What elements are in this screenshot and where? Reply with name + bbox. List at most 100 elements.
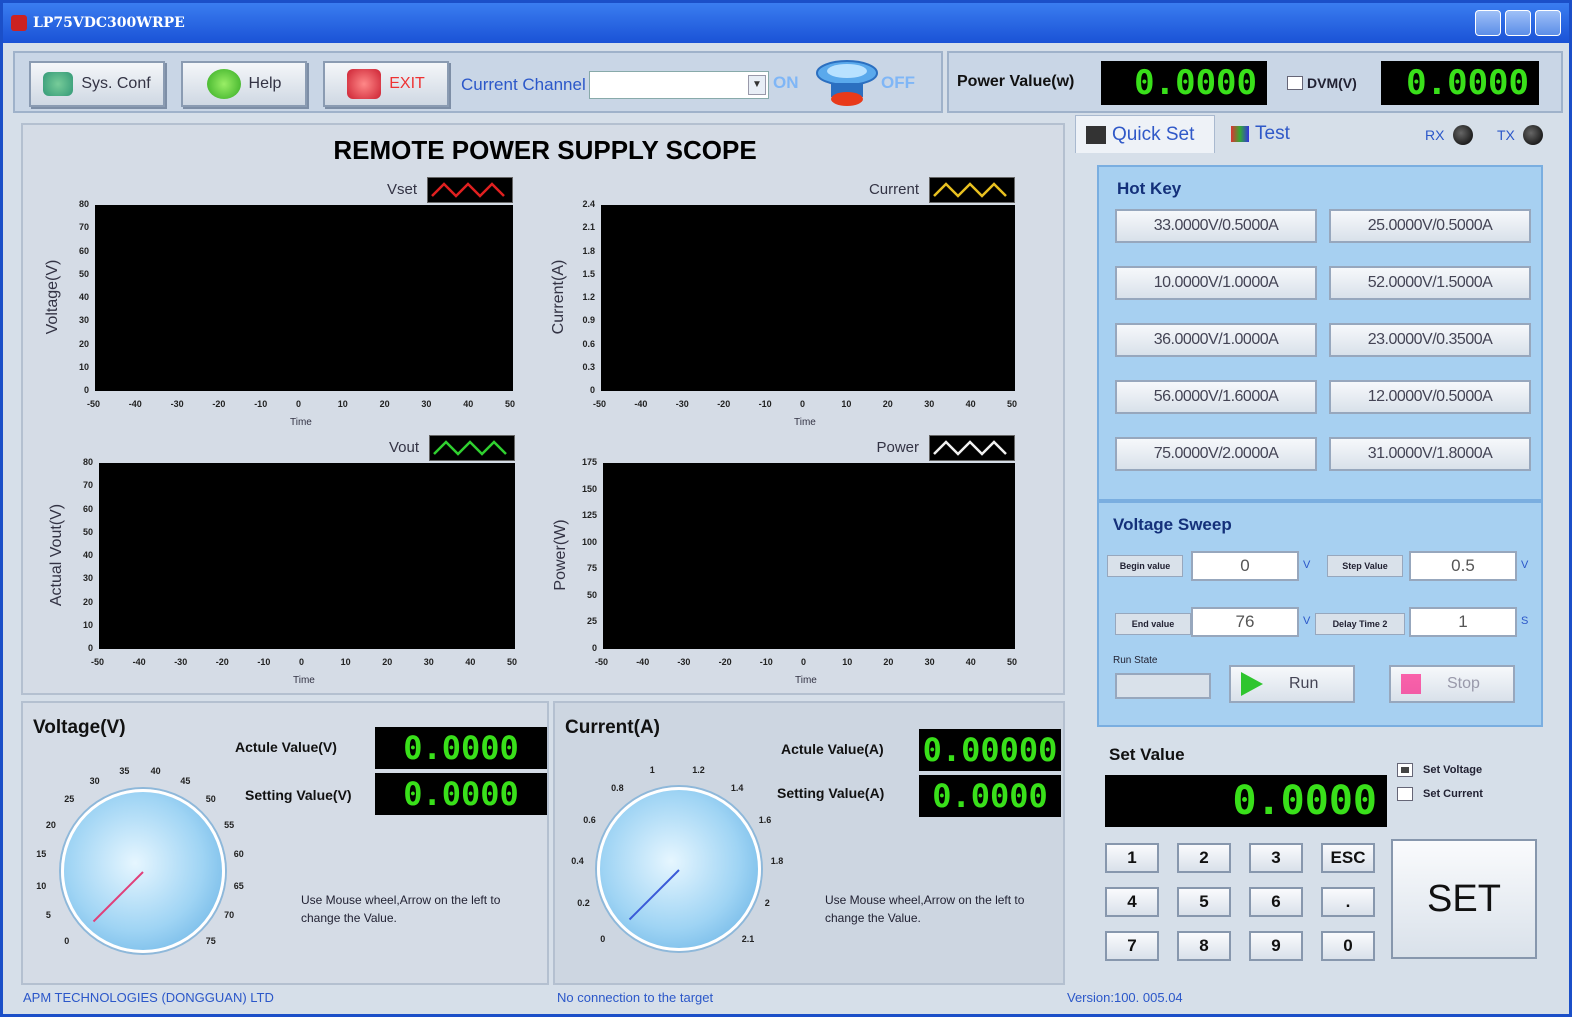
- keypad-key[interactable]: 3: [1249, 843, 1303, 873]
- keypad-key[interactable]: 1: [1105, 843, 1159, 873]
- keypad-key[interactable]: ESC: [1321, 843, 1375, 873]
- hotkey-button[interactable]: 25.0000V/0.5000A: [1329, 209, 1531, 243]
- hotkey-button[interactable]: 31.0000V/1.8000A: [1329, 437, 1531, 471]
- run-button[interactable]: Run: [1229, 665, 1355, 703]
- x-tick-label: 50: [1007, 657, 1018, 667]
- y-tick-label: 60: [78, 245, 89, 256]
- keypad-key[interactable]: 0: [1321, 931, 1375, 961]
- y-axis-label: Current(A): [550, 259, 567, 335]
- voltage-setting-label: Setting Value(V): [245, 787, 352, 803]
- set-current-radio[interactable]: Set Current: [1397, 787, 1483, 801]
- dial-tick-label: 1.6: [758, 815, 772, 826]
- delay-time-input[interactable]: 1: [1409, 607, 1517, 637]
- x-tick-label: 30: [423, 657, 434, 667]
- step-value-input[interactable]: 0.5: [1409, 551, 1517, 581]
- voltage-actual-display: 0.0000: [375, 727, 547, 769]
- dial-tick-label: 0.6: [583, 815, 596, 826]
- tab-test[interactable]: Test: [1221, 115, 1307, 153]
- rx-label: RX: [1425, 127, 1445, 143]
- dial-tick-label: 20: [45, 819, 56, 830]
- x-tick-label: 40: [965, 657, 976, 667]
- y-tick-label: 1.8: [582, 245, 595, 256]
- x-tick-label: -40: [128, 399, 142, 409]
- exit-button[interactable]: EXIT: [323, 61, 449, 107]
- sys-conf-button[interactable]: Sys. Conf: [29, 61, 165, 107]
- hotkey-title: Hot Key: [1117, 179, 1182, 198]
- set-value-title: Set Value: [1109, 745, 1185, 764]
- dial-tick-label: 2: [764, 897, 770, 908]
- y-tick-label: 25: [586, 616, 597, 627]
- legend-swatch: [429, 435, 515, 461]
- keypad-key[interactable]: 2: [1177, 843, 1231, 873]
- set-voltage-radio-box[interactable]: [1397, 763, 1413, 777]
- power-value-label: Power Value(w): [957, 73, 1075, 90]
- status-bar: APM TECHNOLOGIES (DONGGUAN) LTD No conne…: [13, 987, 1565, 1011]
- hotkey-button[interactable]: 56.0000V/1.6000A: [1115, 380, 1317, 414]
- x-tick-label: 10: [842, 657, 853, 667]
- keypad-key[interactable]: 8: [1177, 931, 1231, 961]
- hotkey-button[interactable]: 10.0000V/1.0000A: [1115, 266, 1317, 300]
- current-gauge-title: Current(A): [565, 717, 660, 738]
- dial-tick-label: 0: [64, 935, 70, 946]
- scope-plot-3: [603, 463, 1015, 649]
- hotkey-button[interactable]: 33.0000V/0.5000A: [1115, 209, 1317, 243]
- keypad-key[interactable]: .: [1321, 887, 1375, 917]
- dial-face[interactable]: [61, 789, 225, 953]
- x-tick-label: -40: [634, 399, 648, 409]
- x-tick-label: 50: [1007, 399, 1018, 409]
- dial-tick-label: 50: [205, 794, 216, 805]
- on-label: ON: [773, 73, 799, 92]
- keypad-key[interactable]: 5: [1177, 887, 1231, 917]
- hotkey-button[interactable]: 12.0000V/0.5000A: [1329, 380, 1531, 414]
- hotkey-button[interactable]: 23.0000V/0.3500A: [1329, 323, 1531, 357]
- x-tick-label: 0: [800, 399, 806, 409]
- y-tick-label: 50: [586, 589, 597, 600]
- keypad-key[interactable]: 6: [1249, 887, 1303, 917]
- dial-tick-label: 0: [600, 933, 606, 944]
- dial-tick-label: 25: [64, 794, 75, 805]
- end-value-input[interactable]: 76: [1191, 607, 1299, 637]
- y-tick-label: 0: [591, 643, 597, 653]
- x-tick-label: -50: [593, 399, 607, 409]
- y-tick-label: 150: [581, 483, 597, 494]
- hotkey-button[interactable]: 75.0000V/2.0000A: [1115, 437, 1317, 471]
- x-tick-label: -10: [254, 399, 268, 409]
- on-off-toggle[interactable]: [815, 59, 879, 109]
- test-icon: [1231, 126, 1249, 142]
- dial-tick-label: 40: [150, 766, 161, 777]
- tab-quick-set[interactable]: Quick Set: [1075, 115, 1215, 153]
- current-actual-label: Actule Value(A): [781, 741, 884, 757]
- channel-select[interactable]: ▼: [589, 71, 769, 99]
- help-button[interactable]: Help: [181, 61, 307, 107]
- hotkey-button[interactable]: 52.0000V/1.5000A: [1329, 266, 1531, 300]
- set-button[interactable]: SET: [1391, 839, 1537, 959]
- minimize-button[interactable]: [1475, 10, 1501, 36]
- x-axis-label: Time: [290, 417, 312, 428]
- dial-face[interactable]: [597, 787, 761, 951]
- scope-plot-0: [95, 205, 513, 391]
- power-bar: Power Value(w) 0.0000 DVM(V) 0.0000: [947, 51, 1563, 113]
- keypad-key[interactable]: 9: [1249, 931, 1303, 961]
- hotkey-button[interactable]: 36.0000V/1.0000A: [1115, 323, 1317, 357]
- set-voltage-radio[interactable]: Set Voltage: [1397, 763, 1482, 777]
- y-tick-label: 175: [581, 457, 597, 467]
- stop-button[interactable]: Stop: [1389, 665, 1515, 703]
- end-value-label: End value: [1115, 613, 1191, 635]
- begin-value-input[interactable]: 0: [1191, 551, 1299, 581]
- dvm-checkbox[interactable]: DVM(V): [1287, 75, 1357, 91]
- keypad-key[interactable]: 4: [1105, 887, 1159, 917]
- y-tick-label: 40: [82, 550, 93, 560]
- maximize-button[interactable]: [1505, 10, 1531, 36]
- y-tick-label: 80: [78, 199, 89, 209]
- begin-value-label: Begin value: [1107, 555, 1183, 577]
- legend-swatch: [929, 177, 1015, 203]
- toolbar: Sys. Conf Help EXIT Current Channel ▼ ON…: [13, 51, 943, 113]
- y-tick-label: 75: [586, 563, 597, 574]
- dvm-checkbox-box[interactable]: [1287, 76, 1303, 90]
- keypad-key[interactable]: 7: [1105, 931, 1159, 961]
- legend-swatch: [929, 435, 1015, 461]
- set-current-radio-box[interactable]: [1397, 787, 1413, 801]
- chevron-down-icon[interactable]: ▼: [748, 75, 766, 95]
- close-button[interactable]: [1535, 10, 1561, 36]
- tab-bar: Quick Set Test RX TX: [1071, 113, 1563, 155]
